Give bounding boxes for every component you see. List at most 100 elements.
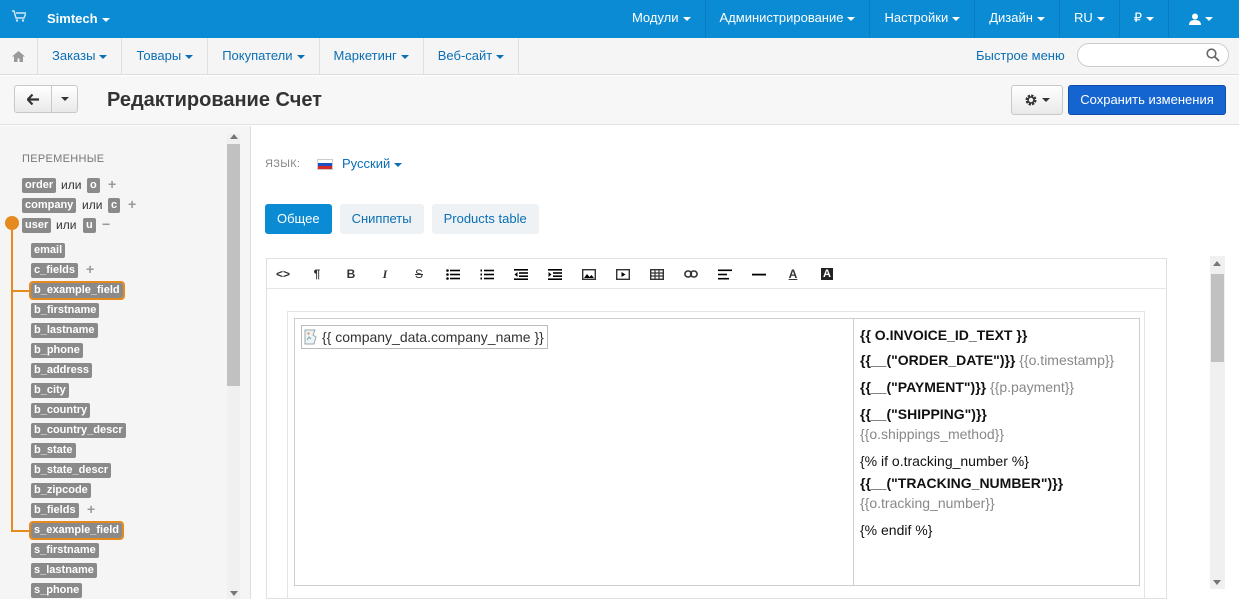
- variable-tag-b-country[interactable]: b_country: [31, 403, 91, 418]
- tree-connector-branch: [11, 290, 31, 292]
- horizontal-rule-icon[interactable]: [750, 266, 768, 282]
- variable-tag-s-example-field[interactable]: s_example_field: [29, 521, 124, 540]
- code-view-icon[interactable]: <>: [274, 266, 292, 282]
- background-color-icon[interactable]: A: [818, 266, 836, 282]
- main-nav: Заказы Товары Покупатели Маркетинг Веб-с…: [37, 38, 520, 74]
- unordered-list-icon[interactable]: [444, 266, 462, 282]
- store-switcher[interactable]: Simtech: [47, 11, 110, 26]
- expand-plus-icon[interactable]: +: [128, 197, 136, 212]
- top-nav-administration[interactable]: Администрирование: [704, 0, 870, 38]
- outdent-icon[interactable]: [512, 266, 530, 282]
- nav-customers[interactable]: Покупатели: [207, 38, 318, 74]
- variable-tag-b-firstname[interactable]: b_firstname: [31, 303, 100, 318]
- back-button[interactable]: [14, 85, 52, 113]
- chevron-down-icon: [296, 54, 305, 59]
- variable-tag-b-country-descr[interactable]: b_country_descr: [31, 423, 126, 438]
- expand-plus-icon[interactable]: +: [86, 262, 94, 277]
- image-icon[interactable]: [580, 266, 598, 282]
- variable-tag-s-firstname[interactable]: s_firstname: [31, 543, 99, 558]
- template-editor[interactable]: <> ¶ B I S A A {{ company_data.company_n…: [266, 258, 1167, 599]
- bold-icon[interactable]: B: [342, 266, 360, 282]
- variable-tag-b-state[interactable]: b_state: [31, 443, 76, 458]
- scroll-up-arrow-icon[interactable]: [230, 134, 238, 139]
- top-bar: Simtech Модули Администрирование Настрой…: [0, 0, 1239, 38]
- nav-orders[interactable]: Заказы: [37, 38, 121, 74]
- home-icon[interactable]: [12, 51, 25, 62]
- invoice-id-var: {{ O.INVOICE_ID_TEXT }}: [860, 327, 1028, 343]
- language-selector[interactable]: Русский: [342, 156, 403, 171]
- variable-tag-u[interactable]: u: [83, 218, 96, 233]
- variable-tag-order[interactable]: order: [22, 178, 57, 193]
- cart-icon[interactable]: [12, 10, 26, 22]
- scrollbar-thumb[interactable]: [1211, 274, 1224, 362]
- variable-tag-s-lastname[interactable]: s_lastname: [31, 563, 97, 578]
- ordered-list-icon[interactable]: [478, 266, 496, 282]
- expand-plus-icon[interactable]: +: [87, 502, 95, 517]
- variable-tag-c-fields[interactable]: c_fields: [31, 263, 78, 278]
- or-label: или: [56, 218, 77, 232]
- top-nav-language[interactable]: RU: [1058, 0, 1119, 38]
- top-nav-design[interactable]: Дизайн: [974, 0, 1059, 38]
- link-icon[interactable]: [682, 266, 700, 282]
- top-nav-currency[interactable]: ₽: [1118, 0, 1168, 38]
- indent-icon[interactable]: [546, 266, 564, 282]
- tab-general[interactable]: Общее: [265, 204, 332, 234]
- chevron-down-icon: [101, 17, 110, 22]
- shipping-label-var: {{__("SHIPPING")}}: [860, 406, 987, 422]
- scroll-up-arrow-icon[interactable]: [1213, 261, 1221, 266]
- variable-tag-b-example-field[interactable]: b_example_field: [29, 281, 125, 300]
- chevron-down-icon: [847, 16, 856, 21]
- nav-marketing[interactable]: Маркетинг: [318, 38, 423, 74]
- top-nav-settings[interactable]: Настройки: [869, 0, 974, 38]
- table-icon[interactable]: [648, 266, 666, 282]
- company-logo-image[interactable]: {{ company_data.company_name }}: [301, 325, 548, 349]
- scroll-down-arrow-icon[interactable]: [230, 591, 238, 596]
- scrollbar-thumb[interactable]: [227, 144, 240, 386]
- variable-tag-b-city[interactable]: b_city: [31, 383, 69, 398]
- nav-website-label: Веб-сайт: [437, 48, 493, 63]
- search-input[interactable]: [1077, 43, 1229, 67]
- scroll-down-arrow-icon[interactable]: [1213, 580, 1221, 585]
- variable-tag-user[interactable]: user: [22, 218, 52, 233]
- search-icon[interactable]: [1206, 48, 1220, 62]
- variable-tag-o[interactable]: o: [87, 178, 100, 193]
- italic-icon[interactable]: I: [376, 266, 394, 282]
- main-nav-bar: Заказы Товары Покупатели Маркетинг Веб-с…: [0, 38, 1239, 75]
- back-button-group: [14, 85, 78, 113]
- top-nav-user-menu[interactable]: [1168, 0, 1239, 38]
- text-color-icon[interactable]: A: [784, 266, 802, 282]
- user-icon: [1189, 13, 1201, 25]
- variable-tag-c[interactable]: c: [108, 198, 121, 213]
- chevron-down-icon: [185, 54, 194, 59]
- align-left-icon[interactable]: [716, 266, 734, 282]
- top-nav-modules[interactable]: Модули: [618, 0, 705, 38]
- variable-tag-b-lastname[interactable]: b_lastname: [31, 323, 98, 338]
- save-changes-button[interactable]: Сохранить изменения: [1068, 85, 1226, 115]
- variable-tag-email[interactable]: email: [31, 243, 66, 258]
- shipping-value-var: {{o.shippings_method}}: [860, 426, 1005, 442]
- variable-tag-b-zipcode[interactable]: b_zipcode: [31, 483, 91, 498]
- variable-tag-b-state-descr[interactable]: b_state_descr: [31, 463, 111, 478]
- or-label: или: [61, 178, 82, 192]
- variable-tag-b-address[interactable]: b_address: [31, 363, 93, 378]
- document-area[interactable]: {{ company_data.company_name }} {{ O.INV…: [287, 311, 1145, 599]
- back-dropdown-button[interactable]: [52, 85, 78, 113]
- sidebar-scrollbar[interactable]: [227, 134, 240, 599]
- settings-dropdown-button[interactable]: [1011, 85, 1063, 115]
- quick-menu-link[interactable]: Быстрое меню: [976, 48, 1065, 63]
- tab-products-table[interactable]: Products table: [431, 204, 539, 234]
- variable-tag-s-phone[interactable]: s_phone: [31, 583, 83, 598]
- expand-plus-icon[interactable]: +: [108, 177, 116, 192]
- video-icon[interactable]: [614, 266, 632, 282]
- nav-products[interactable]: Товары: [121, 38, 207, 74]
- collapse-minus-icon[interactable]: −: [102, 217, 110, 232]
- variable-tag-b-fields[interactable]: b_fields: [31, 503, 79, 518]
- page-scrollbar[interactable]: [1210, 256, 1225, 589]
- nav-website[interactable]: Веб-сайт: [422, 38, 520, 74]
- tracking-value-var: {{o.tracking_number}}: [860, 495, 995, 511]
- variable-tag-company[interactable]: company: [22, 198, 77, 213]
- variable-tag-b-phone[interactable]: b_phone: [31, 343, 83, 358]
- tab-snippets[interactable]: Сниппеты: [339, 204, 424, 234]
- strikethrough-icon[interactable]: S: [410, 266, 428, 282]
- paragraph-icon[interactable]: ¶: [308, 266, 326, 282]
